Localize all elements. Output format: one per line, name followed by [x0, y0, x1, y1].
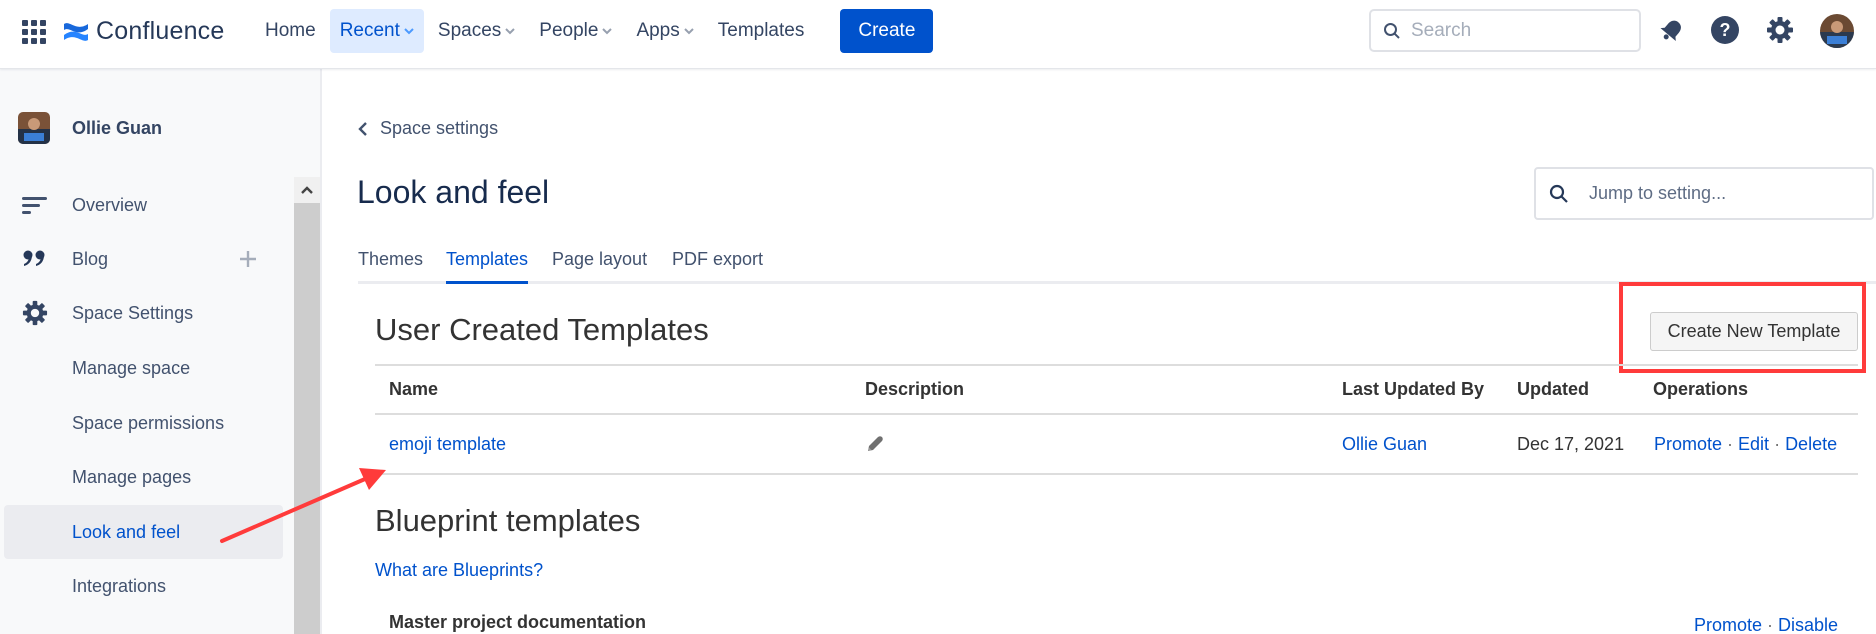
- scroll-up-arrow-icon[interactable]: [294, 177, 320, 203]
- nav-templates-label: Templates: [717, 20, 805, 41]
- operations-cell: Promote · Edit · Delete: [1654, 434, 1838, 454]
- sidebar-item-label: Integrations: [72, 575, 167, 596]
- sidebar-scrollbar[interactable]: [294, 177, 320, 634]
- user-created-templates-heading: User Created Templates: [375, 312, 709, 347]
- blueprint-templates-heading: Blueprint templates: [375, 503, 641, 538]
- sidebar-item-space-permissions[interactable]: Space permissions: [4, 398, 283, 448]
- space-header[interactable]: Ollie Guan: [18, 112, 162, 144]
- nav-templates[interactable]: Templates: [708, 9, 815, 53]
- space-avatar: [18, 112, 50, 144]
- tab-themes[interactable]: Themes: [358, 249, 423, 281]
- nav-home-label: Home: [265, 20, 316, 41]
- create-new-template-button[interactable]: Create New Template: [1650, 312, 1858, 351]
- look-and-feel-tabs: Themes Templates Page layout PDF export: [358, 249, 1876, 284]
- what-are-blueprints-link[interactable]: What are Blueprints?: [375, 560, 543, 581]
- settings-gear-icon[interactable]: [1765, 15, 1795, 45]
- page-title: Look and feel: [357, 174, 550, 210]
- tab-pdf-export[interactable]: PDF export: [672, 249, 763, 281]
- chevron-down-icon: [602, 28, 613, 35]
- blueprint-operations: Promote · Disable: [1694, 615, 1839, 634]
- delete-link[interactable]: Delete: [1785, 434, 1837, 454]
- nav-apps[interactable]: Apps: [626, 9, 703, 53]
- chevron-left-icon: [358, 121, 367, 136]
- nav-recent-label: Recent: [339, 20, 400, 41]
- nav-people[interactable]: People: [529, 9, 622, 53]
- back-to-space-settings-link[interactable]: Space settings: [358, 118, 498, 139]
- sidebar-item-label: Blog: [72, 248, 109, 269]
- overview-lines-icon: [22, 192, 48, 218]
- nav-apps-label: Apps: [636, 20, 680, 41]
- updated-date: Dec 17, 2021: [1517, 434, 1625, 454]
- jump-placeholder: Jump to setting...: [1589, 183, 1727, 203]
- gear-icon: [22, 300, 48, 326]
- sidebar-item-look-and-feel[interactable]: Look and feel: [4, 505, 283, 559]
- sidebar-item-blog[interactable]: Blog: [4, 234, 283, 284]
- nav-home[interactable]: Home: [255, 9, 326, 53]
- app-switcher-grid-icon[interactable]: [22, 20, 46, 44]
- blueprint-name: Master project documentation: [389, 612, 647, 632]
- nav-recent[interactable]: Recent: [329, 9, 424, 53]
- template-name-link[interactable]: emoji template: [389, 434, 506, 455]
- column-header-last-updated-by: Last Updated By: [1342, 379, 1485, 399]
- pencil-icon[interactable]: [865, 434, 885, 454]
- nav-spaces[interactable]: Spaces: [428, 9, 525, 53]
- back-link-label: Space settings: [380, 118, 499, 138]
- user-avatar[interactable]: [1820, 14, 1854, 48]
- search-input[interactable]: Search: [1369, 9, 1641, 52]
- quote-icon: [22, 246, 48, 272]
- primary-nav: Home Recent Spaces People Apps Templates…: [255, 9, 934, 53]
- notifications-bell-icon[interactable]: [1657, 15, 1687, 45]
- sidebar-item-label: Look and feel: [72, 521, 181, 542]
- jump-to-setting-input[interactable]: Jump to setting...: [1534, 167, 1874, 220]
- search-icon: [1384, 22, 1400, 39]
- nav-people-label: People: [539, 20, 599, 41]
- chevron-down-icon: [404, 28, 414, 35]
- sidebar-item-space-settings[interactable]: Space Settings: [4, 288, 283, 338]
- disable-link[interactable]: Disable: [1778, 615, 1838, 634]
- svg-text:?: ?: [1720, 20, 1731, 40]
- sidebar-item-label: Manage pages: [72, 466, 192, 487]
- table-divider: [375, 473, 1858, 475]
- column-header-description: Description: [865, 379, 965, 399]
- chevron-down-icon: [505, 28, 515, 35]
- confluence-logo[interactable]: Confluence: [62, 17, 224, 46]
- user-photo-icon: [1820, 14, 1854, 48]
- space-name: Ollie Guan: [72, 117, 163, 138]
- create-button[interactable]: Create: [840, 9, 934, 53]
- sidebar-item-label: Space Settings: [72, 302, 194, 323]
- sidebar-item-manage-space[interactable]: Manage space: [4, 343, 283, 393]
- column-header-operations: Operations: [1653, 379, 1749, 399]
- add-blog-plus-icon[interactable]: [238, 249, 258, 269]
- column-header-name: Name: [389, 379, 439, 399]
- tab-page-layout[interactable]: Page layout: [552, 249, 647, 281]
- search-icon: [1549, 184, 1568, 203]
- sidebar-item-label: Manage space: [72, 357, 191, 378]
- top-navigation-bar: Confluence Home Recent Spaces People App…: [0, 0, 1876, 69]
- app-name: Confluence: [96, 17, 225, 45]
- promote-link[interactable]: Promote: [1654, 434, 1722, 454]
- tab-templates[interactable]: Templates: [446, 249, 529, 284]
- search-placeholder: Search: [1411, 19, 1472, 41]
- space-sidebar: Ollie Guan Overview Blog Space Settings …: [0, 69, 322, 634]
- column-header-updated: Updated: [1517, 379, 1589, 399]
- table-divider: [375, 413, 1858, 415]
- sidebar-item-label: Space permissions: [72, 412, 225, 433]
- sidebar-item-integrations[interactable]: Integrations: [4, 561, 283, 611]
- help-icon[interactable]: ?: [1710, 15, 1740, 45]
- sidebar-item-overview[interactable]: Overview: [4, 180, 283, 230]
- sidebar-item-manage-pages[interactable]: Manage pages: [4, 452, 283, 502]
- chevron-down-icon: [684, 28, 694, 35]
- confluence-logo-icon: [64, 22, 88, 41]
- sidebar-item-label: Overview: [72, 194, 148, 215]
- edit-link[interactable]: Edit: [1738, 434, 1769, 454]
- nav-spaces-label: Spaces: [437, 20, 502, 41]
- table-divider: [375, 364, 1858, 366]
- promote-link[interactable]: Promote: [1694, 615, 1762, 634]
- last-updated-by-link[interactable]: Ollie Guan: [1342, 434, 1427, 455]
